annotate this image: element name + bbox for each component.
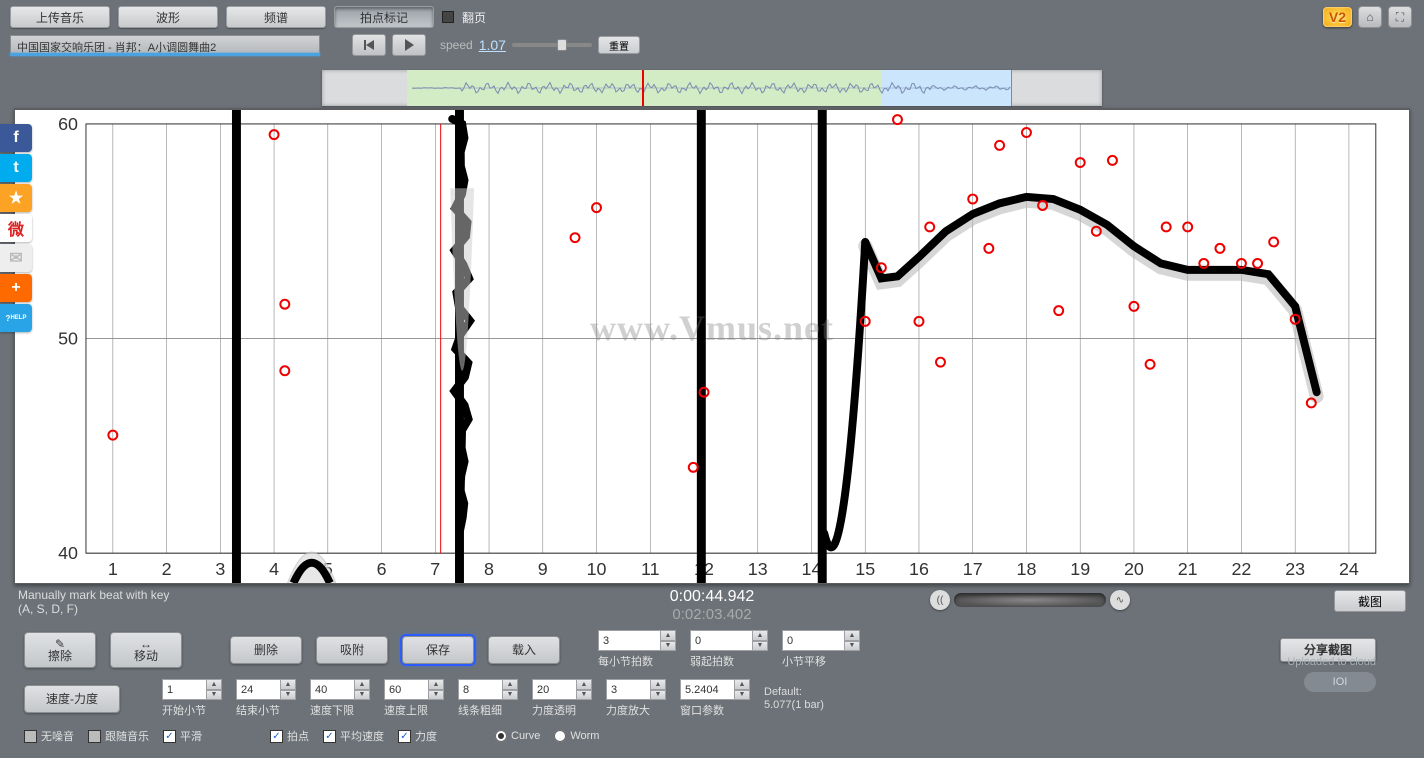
song-title-field[interactable]: 中国国家交响乐团 - 肖邦：A小调圆舞曲2 xyxy=(10,35,320,55)
svg-text:6: 6 xyxy=(377,559,387,579)
svg-text:21: 21 xyxy=(1178,559,1198,579)
svg-text:19: 19 xyxy=(1070,559,1090,579)
mode-button[interactable]: 速度-力度 xyxy=(24,685,120,713)
beat-mark-button[interactable]: 拍点标记 xyxy=(334,6,434,28)
time-display: 0:00:44.942 0:02:03.402 xyxy=(670,588,755,623)
zoom-slider[interactable]: (( ∿ xyxy=(930,590,1130,610)
total-time: 0:02:03.402 xyxy=(670,606,755,623)
svg-text:15: 15 xyxy=(855,559,875,579)
svg-text:4: 4 xyxy=(269,559,279,579)
erase-button[interactable]: ✎擦除 xyxy=(24,632,96,668)
waveform-button[interactable]: 波形 xyxy=(118,6,218,28)
worm-radio[interactable] xyxy=(554,730,566,742)
speed-reset-button[interactable]: 重置 xyxy=(598,36,640,54)
svg-text:23: 23 xyxy=(1285,559,1305,579)
svg-text:7: 7 xyxy=(430,559,440,579)
waveform-playhead[interactable] xyxy=(642,70,644,106)
svg-text:17: 17 xyxy=(963,559,983,579)
svg-text:22: 22 xyxy=(1231,559,1251,579)
bar-shift-spinner[interactable]: ▲▼ 小节平移 xyxy=(782,630,860,669)
svg-text:16: 16 xyxy=(909,559,929,579)
svg-text:20: 20 xyxy=(1124,559,1144,579)
beats-checkbox[interactable]: ✓ xyxy=(270,730,283,743)
speed-slider[interactable] xyxy=(512,43,592,47)
load-button[interactable]: 载入 xyxy=(488,636,560,664)
curve-radio[interactable] xyxy=(495,730,507,742)
save-button[interactable]: 保存 xyxy=(402,636,474,664)
move-button[interactable]: ↔移动 xyxy=(110,632,182,668)
spectrum-button[interactable]: 频谱 xyxy=(226,6,326,28)
v2-badge: V2 xyxy=(1323,7,1352,27)
svg-text:40: 40 xyxy=(58,543,78,563)
svg-text:13: 13 xyxy=(748,559,768,579)
svg-text:50: 50 xyxy=(58,329,78,349)
social-sidebar: f t ★ 微 ✉ + ?HELP xyxy=(0,124,34,332)
svg-text:24: 24 xyxy=(1339,559,1359,579)
follow-music-checkbox[interactable] xyxy=(88,730,101,743)
snap-button[interactable]: 吸附 xyxy=(316,636,388,664)
upload-music-button[interactable]: 上传音乐 xyxy=(10,6,110,28)
upbeat-spinner[interactable]: ▲▼ 弱起拍数 xyxy=(690,630,768,669)
bottom-panel: ✎擦除 ↔移动 删除 吸附 保存 载入 ▲▼ 每小节拍数 ▲▼ 弱起拍数 ▲▼ … xyxy=(0,624,1424,750)
smooth-checkbox[interactable]: ✓ xyxy=(163,730,176,743)
svg-text:10: 10 xyxy=(587,559,607,579)
win-param-spinner[interactable]: ▲▼窗口参数 xyxy=(680,679,750,718)
hint-text: Manually mark beat with key (A, S, D, F) xyxy=(18,588,169,616)
svg-text:3: 3 xyxy=(215,559,225,579)
svg-text:18: 18 xyxy=(1017,559,1037,579)
dynamics-checkbox[interactable]: ✓ xyxy=(398,730,411,743)
play-button[interactable] xyxy=(392,34,426,56)
delete-button[interactable]: 删除 xyxy=(230,636,302,664)
top-toolbar: 上传音乐 波形 频谱 拍点标记 翻页 中国国家交响乐团 - 肖邦：A小调圆舞曲2… xyxy=(0,0,1424,68)
dyn-alpha-spinner[interactable]: ▲▼力度透明 xyxy=(532,679,592,718)
home-icon[interactable]: ⌂ xyxy=(1358,6,1382,28)
speed-label: speed xyxy=(440,38,473,52)
beats-per-bar-spinner[interactable]: ▲▼ 每小节拍数 xyxy=(598,630,676,669)
screenshot-button[interactable]: 截图 xyxy=(1334,590,1406,612)
plus-icon[interactable]: + xyxy=(0,274,32,302)
svg-text:60: 60 xyxy=(58,114,78,134)
end-bar-spinner[interactable]: ▲▼结束小节 xyxy=(236,679,296,718)
song-progress-thin[interactable] xyxy=(10,53,320,56)
start-bar-spinner[interactable]: ▲▼开始小节 xyxy=(162,679,222,718)
prev-button[interactable] xyxy=(352,34,386,56)
svg-text:9: 9 xyxy=(538,559,548,579)
no-noise-checkbox[interactable] xyxy=(24,730,37,743)
avg-speed-checkbox[interactable]: ✓ xyxy=(323,730,336,743)
cloud-status: Uploaded to cloud xyxy=(1287,656,1376,668)
svg-text:8: 8 xyxy=(484,559,494,579)
weibo-icon[interactable]: 微 xyxy=(0,214,32,242)
speed-value[interactable]: 1.07 xyxy=(479,37,506,53)
page-turn-label: 翻页 xyxy=(462,9,486,26)
mail-icon[interactable]: ✉ xyxy=(0,244,32,272)
chart-footer: Manually mark beat with key (A, S, D, F)… xyxy=(0,584,1424,624)
current-time: 0:00:44.942 xyxy=(670,588,755,606)
help-icon[interactable]: ?HELP xyxy=(0,304,32,332)
fullscreen-icon[interactable]: ⛶ xyxy=(1388,6,1412,28)
zoom-out-icon[interactable]: (( xyxy=(930,590,950,610)
waveform-overview[interactable] xyxy=(322,70,1102,106)
speed-max-spinner[interactable]: ▲▼速度上限 xyxy=(384,679,444,718)
speed-min-spinner[interactable]: ▲▼速度下限 xyxy=(310,679,370,718)
default-info: Default: 5.077(1 bar) xyxy=(764,686,824,712)
svg-text:11: 11 xyxy=(641,559,660,579)
waveform-strip xyxy=(14,70,1410,106)
svg-text:1: 1 xyxy=(108,559,118,579)
ioi-badge[interactable]: IOI xyxy=(1304,672,1376,692)
star-icon[interactable]: ★ xyxy=(0,184,32,212)
page-turn-checkbox[interactable] xyxy=(442,11,454,23)
line-width-spinner[interactable]: ▲▼线条粗细 xyxy=(458,679,518,718)
svg-text:2: 2 xyxy=(162,559,172,579)
dyn-zoom-spinner[interactable]: ▲▼力度放大 xyxy=(606,679,666,718)
tempo-chart[interactable]: 1234567891011121314151617181920212223244… xyxy=(14,108,1410,584)
zoom-in-icon[interactable]: ∿ xyxy=(1110,590,1130,610)
twitter-icon[interactable]: t xyxy=(0,154,32,182)
facebook-icon[interactable]: f xyxy=(0,124,32,152)
